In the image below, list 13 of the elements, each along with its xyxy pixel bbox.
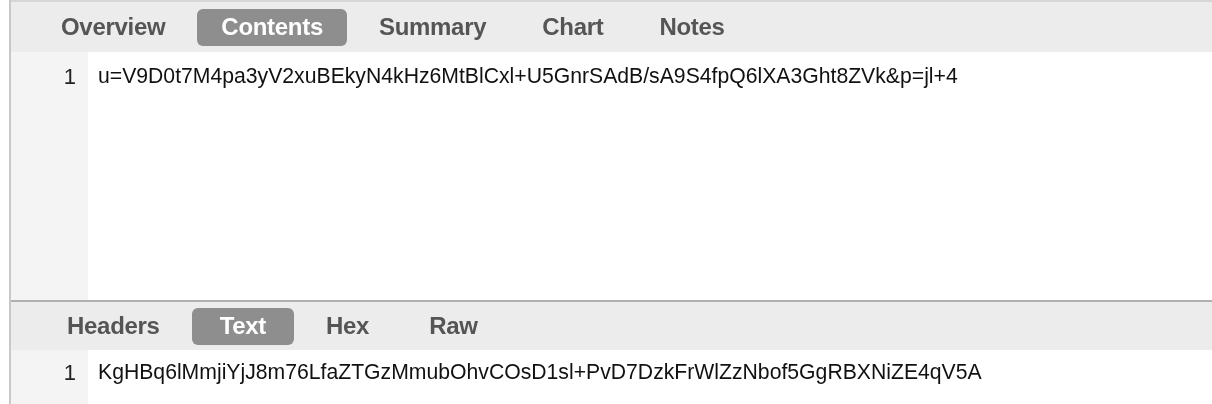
tab[interactable]: Hex bbox=[298, 307, 398, 345]
tab[interactable]: Headers bbox=[39, 307, 188, 345]
code-line: KgHBq6lMmjiYjJ8m76LfaZTGzMmubOhvCOsD1sl+PvD7DzkFrWlZzNbof5GgRBXNiZE4qV5A bbox=[97, 359, 982, 384]
tab[interactable]: Contents bbox=[197, 8, 347, 46]
tab[interactable]: Text bbox=[191, 307, 294, 345]
line-number: 1 bbox=[62, 63, 77, 90]
tab[interactable]: Chart bbox=[518, 8, 628, 46]
tab[interactable]: Overview bbox=[37, 8, 190, 46]
tab[interactable]: Raw bbox=[401, 307, 506, 345]
tab[interactable]: Notes bbox=[635, 8, 749, 46]
line-number: 1 bbox=[62, 359, 77, 386]
tab[interactable]: Summary bbox=[354, 8, 511, 46]
code-line: u=V9D0t7M4pa3yV2xuBEkyN4kHz6MtBlCxl+U5GnrSAdB/sA9S4fpQ6lXA3Ght8ZVk&p=jl+4 bbox=[97, 63, 958, 88]
